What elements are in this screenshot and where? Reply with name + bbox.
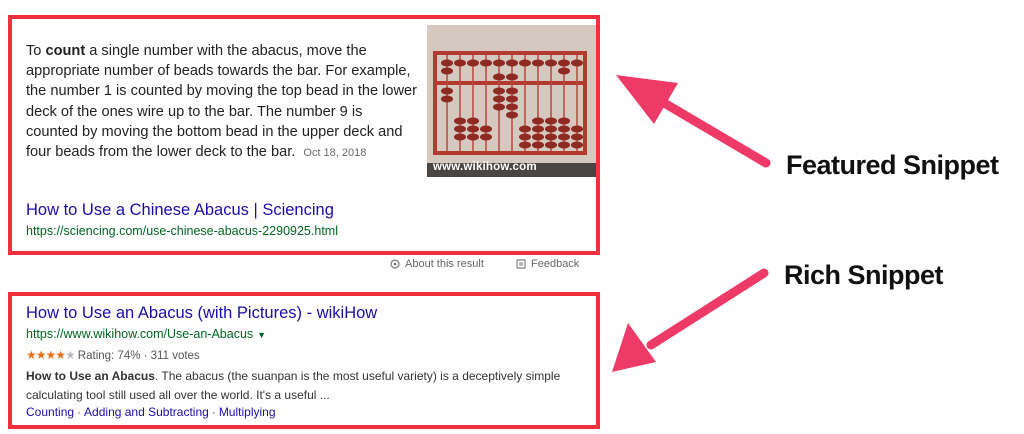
featured-arrow-icon <box>616 75 771 168</box>
annotation-arrows <box>612 75 771 372</box>
rich-arrow-icon <box>612 268 769 372</box>
rich-snippet-label: Rich Snippet <box>784 260 944 290</box>
featured-snippet-label: Featured Snippet <box>786 150 999 180</box>
